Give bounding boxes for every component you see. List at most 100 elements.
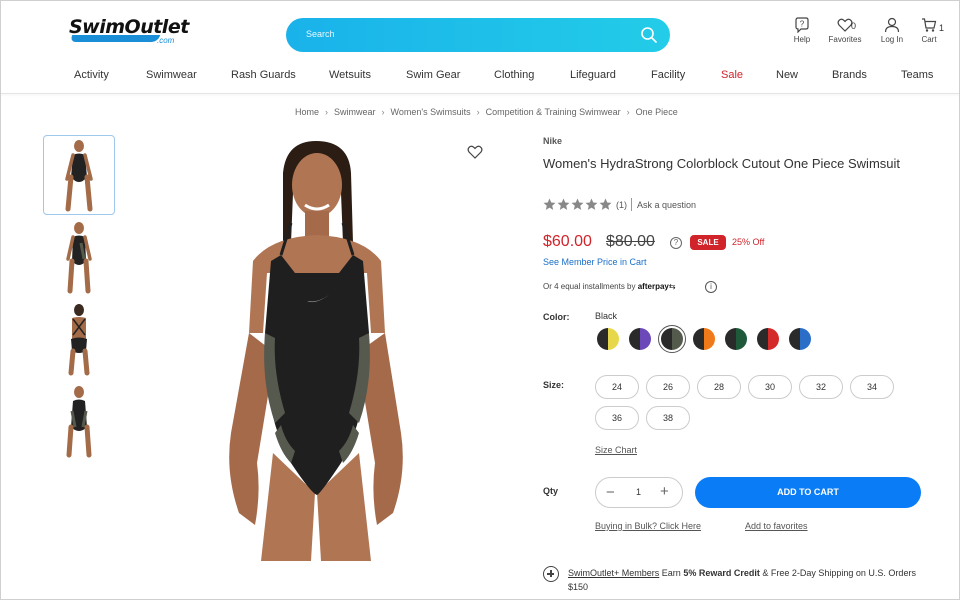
afterpay-info-icon[interactable]: i [705,281,717,293]
main-nav: Activity Swimwear Rash Guards Wetsuits S… [1,63,959,91]
login-label: Log In [880,35,904,44]
color-swatch-black-green[interactable] [725,328,747,350]
size-chart-link[interactable]: Size Chart [595,445,637,455]
favorites-link[interactable]: Favorites [825,17,865,47]
price-info-icon[interactable]: ? [670,237,682,249]
add-to-cart-button[interactable]: ADD TO CART [695,477,921,508]
search-icon[interactable] [640,26,658,44]
nav-rash-guards[interactable]: Rash Guards [231,69,296,81]
cart-label: Cart [921,35,937,44]
qty-label: Qty [543,486,559,496]
star-icon [557,198,570,210]
sale-badge: SALE [690,235,726,250]
star-icon [585,198,598,210]
breadcrumb-competition[interactable]: Competition & Training Swimwear [486,107,621,117]
afterpay-arrows-icon: ⇆ [668,282,676,291]
breadcrumb-home[interactable]: Home [295,107,319,117]
thumbnail-side[interactable] [43,217,115,297]
color-swatch-black-blue[interactable] [789,328,811,350]
star-icon [543,198,556,210]
swimsuit-side-thumb-image [66,222,92,294]
logo-text: SwimOutlet [69,16,189,38]
size-option-32[interactable]: 32 [799,375,843,399]
qty-input[interactable]: 1 [636,487,641,497]
original-price: $80.00 [606,233,655,250]
qty-decrement-button[interactable]: − [606,484,615,501]
promo-earn: Earn [661,568,681,578]
afterpay-note: Or 4 equal installments by afterpay⇆ [543,282,676,291]
size-option-30[interactable]: 30 [748,375,792,399]
plus-circle-icon [543,566,559,582]
thumbnail-back[interactable] [43,299,115,379]
size-option-26[interactable]: 26 [646,375,690,399]
product-main-image [229,141,403,561]
size-option-34[interactable]: 34 [850,375,894,399]
nav-swim-gear[interactable]: Swim Gear [406,69,460,81]
breadcrumb-one-piece[interactable]: One Piece [636,107,678,117]
site-logo[interactable]: SwimOutlet .com [69,17,189,47]
color-swatch-black-purple[interactable] [629,328,651,350]
cart-count: 1 [939,23,945,33]
qty-increment-button[interactable]: + [660,483,669,500]
size-option-28[interactable]: 28 [697,375,741,399]
afterpay-logo: afterpay [637,282,669,291]
member-promo-link[interactable]: SwimOutlet+ Members [568,568,659,578]
thumbnail-front[interactable] [43,135,115,215]
nav-lifeguard[interactable]: Lifeguard [570,69,616,81]
nav-brands[interactable]: Brands [832,69,867,81]
nav-divider [1,93,959,94]
cart-icon [922,18,937,32]
sale-price: $60.00 [543,233,592,250]
nav-wetsuits[interactable]: Wetsuits [329,69,371,81]
color-swatch-black-red[interactable] [757,328,779,350]
bulk-order-link[interactable]: Buying in Bulk? Click Here [595,521,701,531]
search-bar[interactable]: Search [286,18,670,52]
rating-stars[interactable] [543,198,612,211]
user-icon [884,17,900,33]
nav-facility[interactable]: Facility [651,69,685,81]
help-link[interactable]: ? Help [782,17,822,47]
thumbnail-detail[interactable] [43,381,115,461]
swimsuit-detail-thumb-image [66,386,92,458]
rating-divider [631,198,632,211]
chevron-right-icon: › [476,107,480,117]
star-icon [599,198,612,210]
search-input[interactable]: Search [306,29,335,39]
add-to-favorites-link[interactable]: Add to favorites [745,521,808,531]
chevron-right-icon: › [381,107,385,117]
size-option-24[interactable]: 24 [595,375,639,399]
size-option-38[interactable]: 38 [646,406,690,430]
login-link[interactable]: Log In [872,17,912,47]
breadcrumb-swimwear[interactable]: Swimwear [334,107,376,117]
color-value: Black [595,311,618,321]
logo-swoosh [69,35,161,42]
color-swatch-black-yellow[interactable] [597,328,619,350]
color-swatch-black[interactable] [661,328,683,350]
percent-off: 25% Off [732,237,765,247]
rating-count[interactable]: (1) [616,200,627,210]
product-brand[interactable]: Nike [543,136,562,146]
nav-clothing[interactable]: Clothing [494,69,534,81]
star-icon [571,198,584,210]
nav-new[interactable]: New [776,69,798,81]
color-swatch-black-orange[interactable] [693,328,715,350]
nav-activity[interactable]: Activity [74,69,109,81]
member-promo: SwimOutlet+ Members Earn 5% Reward Credi… [568,566,928,594]
chevron-right-icon: › [325,107,329,117]
size-label: Size: [543,380,565,390]
nav-swimwear[interactable]: Swimwear [146,69,197,81]
breadcrumb: Home › Swimwear › Women's Swimsuits › Competit… [295,107,678,117]
ask-question-link[interactable]: Ask a question [637,200,696,210]
favorite-heart-icon[interactable] [467,144,483,160]
swimsuit-front-thumb-image [65,140,93,212]
favorites-count: 0 [851,21,857,31]
favorites-label: Favorites [828,35,862,44]
member-price-link[interactable]: See Member Price in Cart [543,257,647,267]
breadcrumb-womens-swimsuits[interactable]: Women's Swimsuits [391,107,471,117]
nav-sale[interactable]: Sale [721,69,743,81]
nav-teams[interactable]: Teams [901,69,933,81]
size-option-36[interactable]: 36 [595,406,639,430]
product-title: Women's HydraStrong Colorblock Cutout On… [543,156,900,171]
svg-text:?: ? [800,20,805,29]
quantity-stepper: − 1 + [595,477,683,508]
